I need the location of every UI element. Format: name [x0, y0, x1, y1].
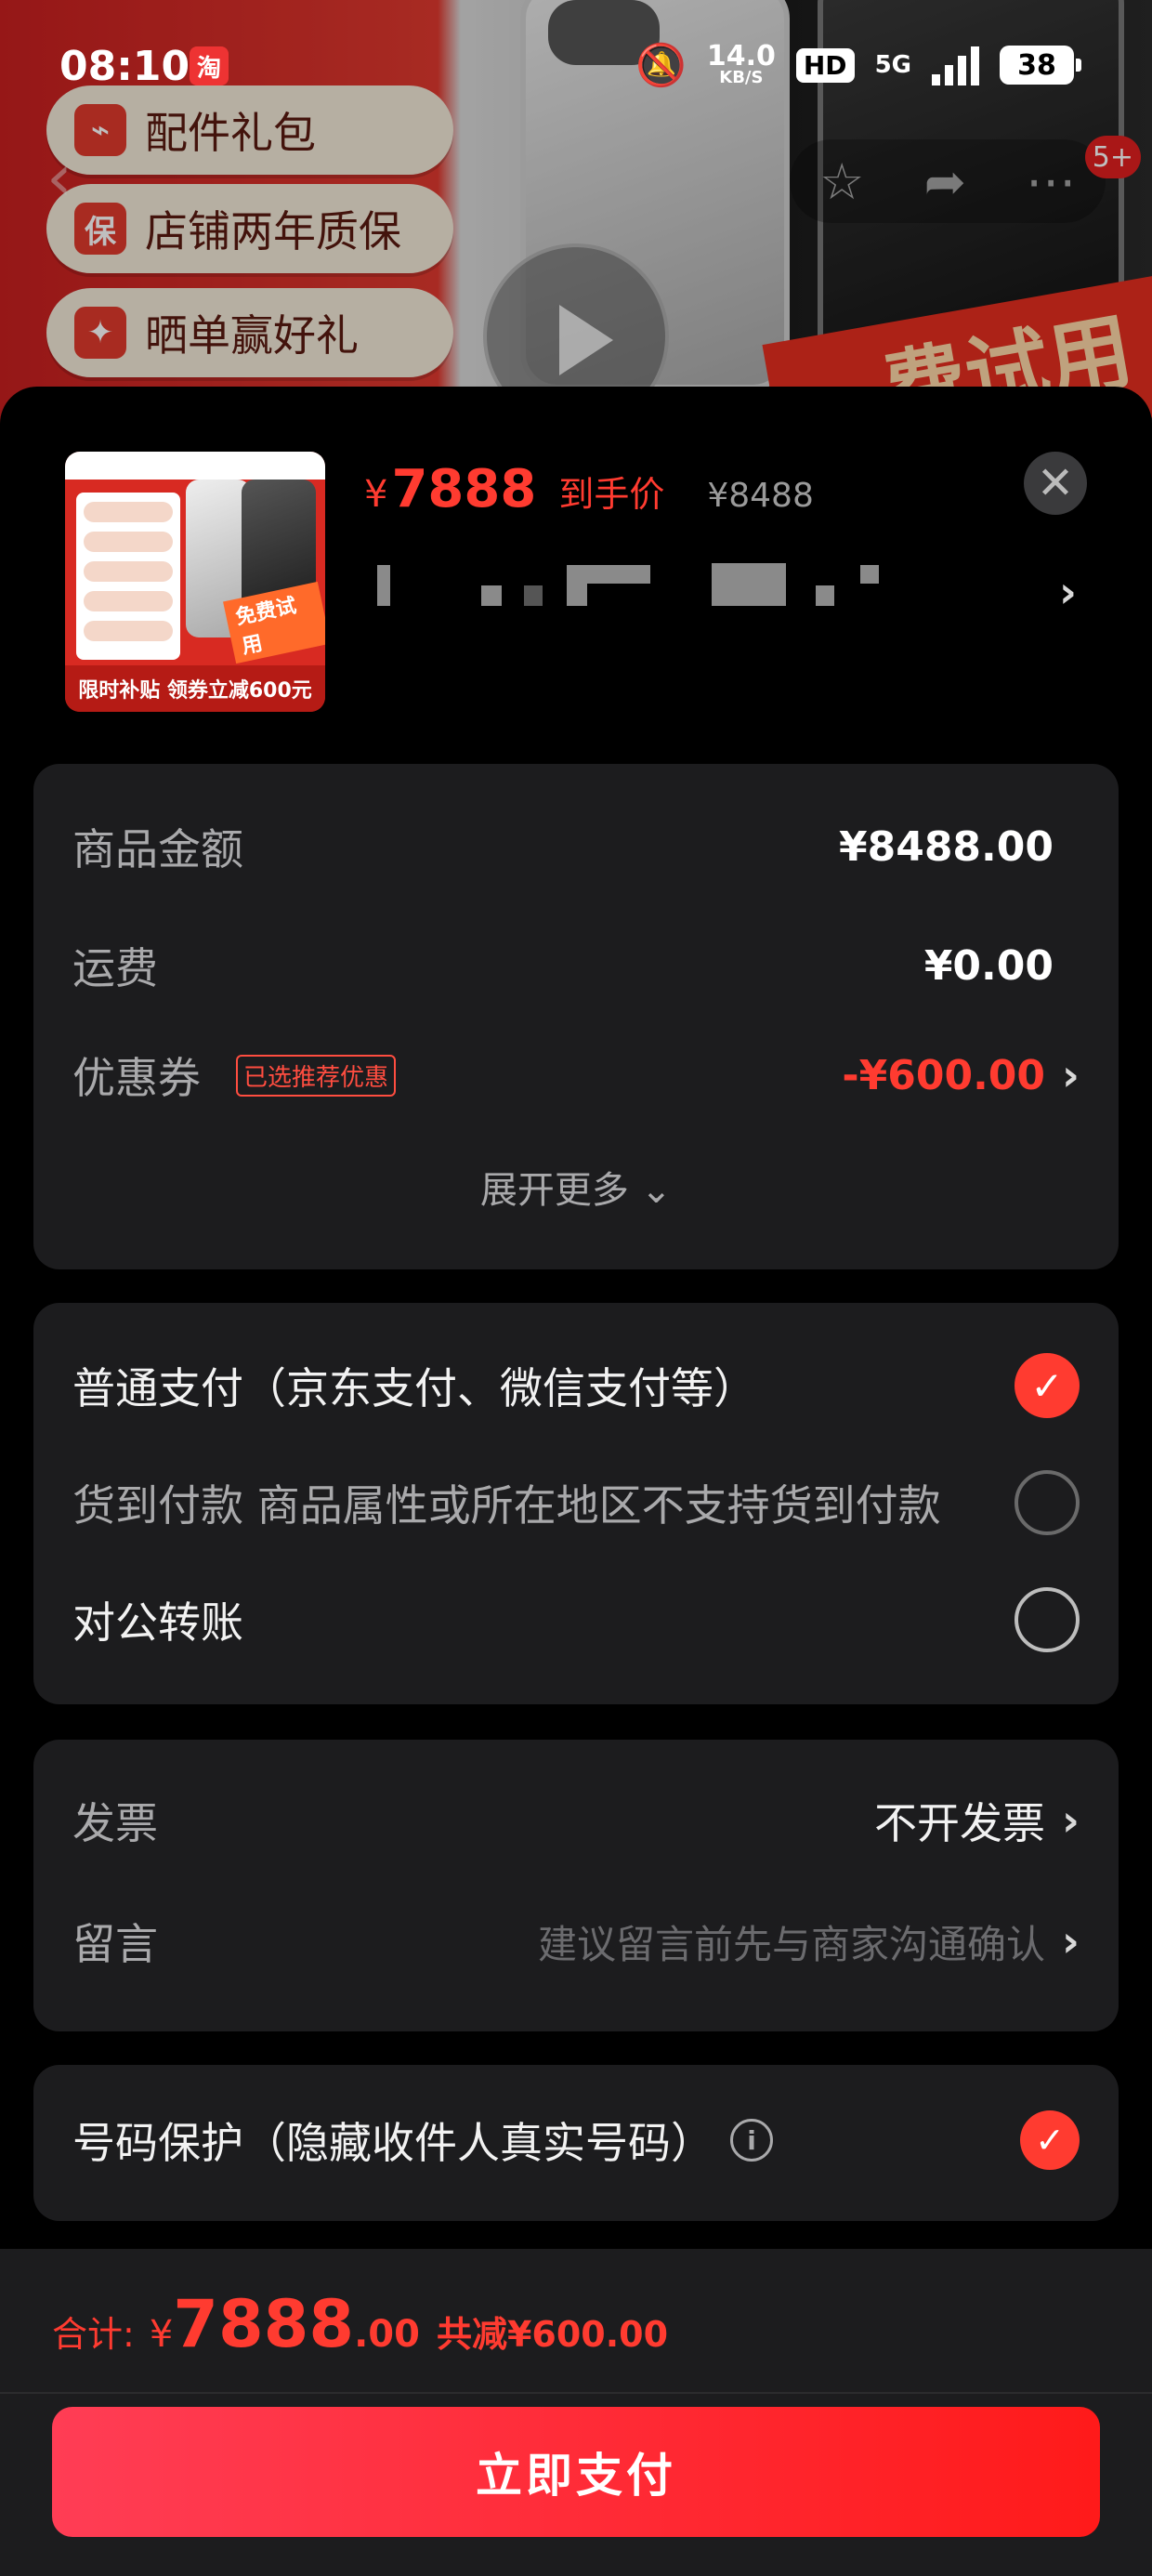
taobao-icon: 淘 — [190, 46, 229, 85]
payment-option-cod-label: 货到付款 商品属性或所在地区不支持货到付款 — [72, 1480, 941, 1531]
total-decimal: .00 — [354, 2313, 420, 2356]
thumbnail-bottom-banner: 限时补贴 领券立减600元 — [65, 665, 325, 712]
message-row[interactable]: 留言 建议留言前先与商家沟通确认 › — [72, 1911, 1080, 1972]
info-icon[interactable]: i — [730, 2119, 773, 2162]
message-label: 留言 — [72, 1919, 158, 1969]
coupon-label: 优惠券 — [72, 1053, 201, 1103]
network-type: 5G — [874, 51, 911, 79]
price-summary-card: 商品金额 ¥8488.00 运费 ¥0.00 优惠券 已选推荐优惠 -¥600.… — [33, 764, 1119, 1269]
checkmark-icon[interactable]: ✓ — [1015, 1353, 1080, 1418]
total-currency: ¥ — [149, 2313, 174, 2356]
final-price: 7888 — [391, 459, 537, 519]
product-name-redacted[interactable] — [372, 561, 892, 608]
shipping-label: 运费 — [72, 943, 158, 993]
pay-now-button[interactable]: 立即支付 — [52, 2407, 1100, 2537]
total-label: 合计: — [52, 2314, 135, 2355]
chevron-down-icon: ⌄ — [640, 1169, 673, 1212]
expand-more-button[interactable]: 展开更多 ⌄ — [33, 1160, 1119, 1214]
payment-option-normal[interactable]: 普通支付（京东支付、微信支付等） ✓ — [72, 1353, 1080, 1418]
payment-option-transfer[interactable]: 对公转账 — [72, 1587, 1080, 1652]
total-saved: 共减¥600.00 — [436, 2314, 669, 2355]
close-icon[interactable]: ✕ — [1024, 452, 1087, 515]
hd-icon: HD — [795, 47, 855, 83]
battery-icon: 38 — [1000, 46, 1081, 85]
invoice-message-card: 发票 不开发票 › 留言 建议留言前先与商家沟通确认 › — [33, 1740, 1119, 2031]
status-bar: 08:10 淘 🔕 14.0 KB/S HD 5G 38 — [0, 37, 1152, 102]
coupon-value: -¥600.00 — [842, 1051, 1046, 1099]
radio-disabled-icon — [1015, 1470, 1080, 1535]
chevron-right-icon[interactable]: › — [1059, 567, 1077, 617]
payment-option-transfer-label: 对公转账 — [72, 1597, 243, 1648]
signal-icon — [932, 45, 979, 85]
chevron-right-icon: › — [1062, 1916, 1080, 1966]
number-protection-label: 号码保护（隐藏收件人真实号码） — [72, 2118, 713, 2168]
invoice-value: 不开发票 — [874, 1798, 1046, 1848]
number-protection-row[interactable]: 号码保护（隐藏收件人真实号码） i ✓ — [72, 2109, 1080, 2171]
price-line: ¥ 7888 到手价 ¥8488 — [364, 459, 814, 519]
product-thumbnail[interactable]: 免费试用 限时补贴 领券立减600元 — [65, 452, 325, 712]
original-price: ¥8488 — [707, 477, 814, 515]
coupon-row[interactable]: 优惠券 已选推荐优惠 -¥600.00 › — [72, 1045, 1080, 1106]
goods-amount-value: ¥8488.00 — [838, 822, 1054, 871]
thumbnail-feature-list — [76, 493, 180, 660]
mute-bell-icon: 🔕 — [635, 42, 687, 89]
network-speed: 14.0 KB/S — [707, 43, 776, 86]
chevron-right-icon: › — [1062, 1795, 1080, 1846]
checkout-footer: 合计: ¥ 7888 .00 共减¥600.00 立即支付 — [0, 2249, 1152, 2576]
payment-option-cod: 货到付款 商品属性或所在地区不支持货到付款 — [72, 1470, 1080, 1535]
radio-icon[interactable] — [1015, 1587, 1080, 1652]
final-price-label: 到手价 — [558, 474, 665, 515]
checkmark-icon[interactable]: ✓ — [1020, 2110, 1080, 2170]
expand-more-label: 展开更多 — [479, 1169, 629, 1212]
order-total: 合计: ¥ 7888 .00 共减¥600.00 — [52, 2286, 668, 2362]
price-currency: ¥ — [364, 473, 388, 516]
status-time: 08:10 — [59, 43, 190, 90]
number-protection-card: 号码保护（隐藏收件人真实号码） i ✓ — [33, 2065, 1119, 2221]
total-integer: 7888 — [173, 2286, 355, 2362]
message-placeholder[interactable]: 建议留言前先与商家沟通确认 — [538, 1913, 1045, 1970]
payment-option-normal-label: 普通支付（京东支付、微信支付等） — [72, 1363, 756, 1413]
invoice-label: 发票 — [72, 1798, 158, 1848]
shipping-row: 运费 ¥0.00 — [72, 935, 1080, 996]
chevron-right-icon: › — [1062, 1050, 1080, 1100]
goods-amount-label: 商品金额 — [72, 824, 243, 874]
footer-divider — [0, 2392, 1152, 2394]
invoice-row[interactable]: 发票 不开发票 › — [72, 1790, 1080, 1851]
payment-method-card: 普通支付（京东支付、微信支付等） ✓ 货到付款 商品属性或所在地区不支持货到付款… — [33, 1303, 1119, 1704]
coupon-tag: 已选推荐优惠 — [236, 1054, 397, 1097]
shipping-value: ¥0.00 — [923, 941, 1054, 990]
goods-amount-row: 商品金额 ¥8488.00 — [72, 816, 1080, 877]
thumbnail-top-strip — [65, 452, 325, 480]
